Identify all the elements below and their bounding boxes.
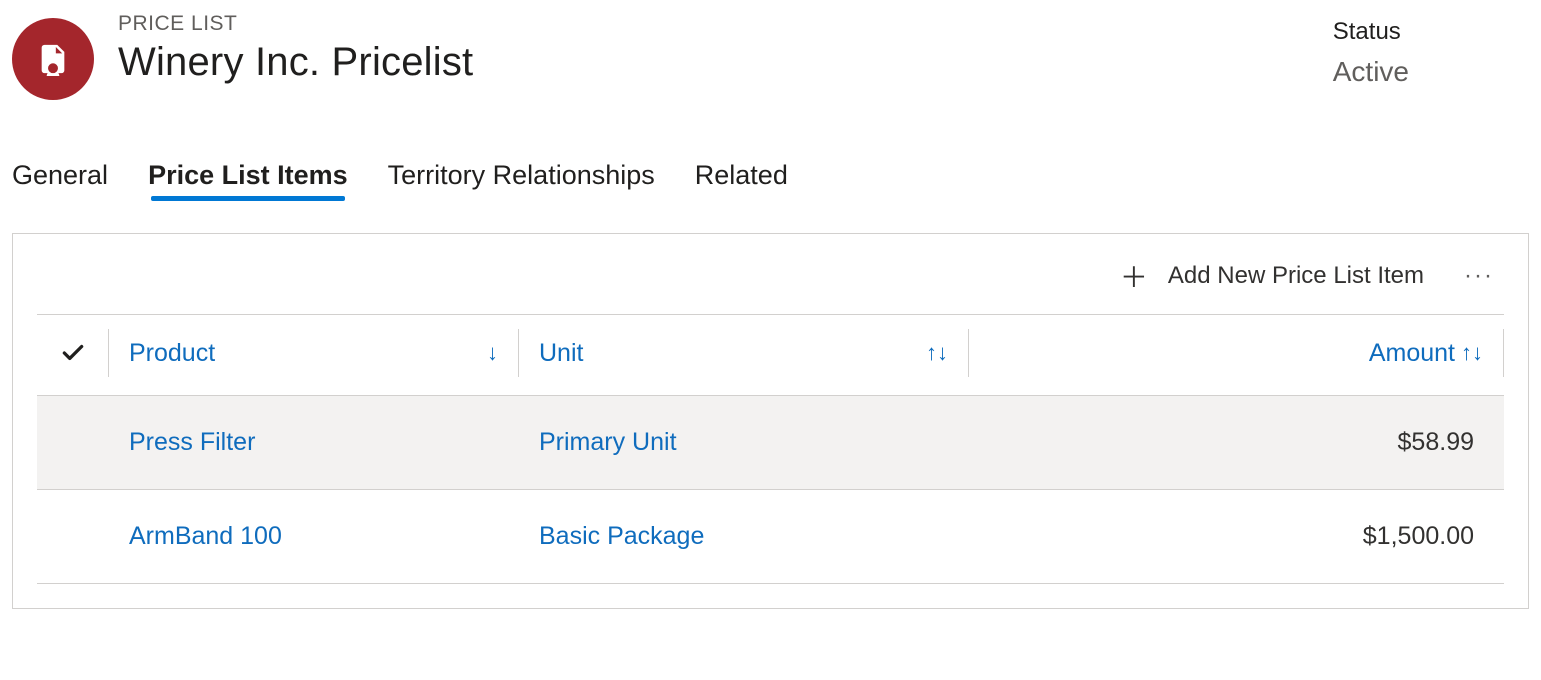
table-row[interactable]: ArmBand 100 Basic Package $1,500.00	[37, 490, 1504, 584]
status-value: Active	[1333, 56, 1409, 88]
cell-product[interactable]: ArmBand 100	[109, 522, 519, 551]
record-title: Winery Inc. Pricelist	[118, 40, 1309, 85]
tab-territory-relationships[interactable]: Territory Relationships	[388, 160, 655, 199]
cell-unit[interactable]: Primary Unit	[519, 428, 969, 457]
add-new-price-list-item-button[interactable]: ＋ Add New Price List Item	[1120, 256, 1424, 296]
tab-related[interactable]: Related	[695, 160, 788, 199]
column-label: Unit	[539, 339, 583, 368]
tab-bar: General Price List Items Territory Relat…	[12, 160, 1529, 199]
select-all-column[interactable]	[37, 329, 109, 377]
subgrid-toolbar: ＋ Add New Price List Item ···	[37, 244, 1504, 315]
subgrid-panel: ＋ Add New Price List Item ··· Product ↓ …	[12, 233, 1529, 609]
record-header: PRICE LIST Winery Inc. Pricelist Status …	[12, 12, 1529, 100]
column-label: Product	[129, 339, 215, 368]
cell-unit[interactable]: Basic Package	[519, 522, 969, 551]
tab-price-list-items[interactable]: Price List Items	[148, 160, 348, 199]
column-label: Amount	[1369, 339, 1455, 368]
tab-general[interactable]: General	[12, 160, 108, 199]
entity-type-label: PRICE LIST	[118, 12, 1309, 36]
status-block: Status Active	[1333, 12, 1529, 88]
column-header-amount[interactable]: Amount ↑↓	[969, 329, 1504, 377]
cell-product[interactable]: Press Filter	[109, 428, 519, 457]
status-label: Status	[1333, 18, 1409, 46]
cell-amount: $58.99	[969, 428, 1504, 457]
table-row[interactable]: Press Filter Primary Unit $58.99	[37, 396, 1504, 490]
grid-header-row: Product ↓ Unit ↑↓ Amount ↑↓	[37, 315, 1504, 396]
entity-avatar-icon	[12, 18, 94, 100]
cell-amount: $1,500.00	[969, 522, 1504, 551]
add-button-label: Add New Price List Item	[1168, 262, 1424, 290]
sort-icon: ↑↓	[926, 340, 948, 366]
column-header-product[interactable]: Product ↓	[109, 329, 519, 377]
column-header-unit[interactable]: Unit ↑↓	[519, 329, 969, 377]
more-commands-button[interactable]: ···	[1464, 262, 1494, 290]
title-block: PRICE LIST Winery Inc. Pricelist	[118, 12, 1309, 85]
sort-desc-icon: ↓	[487, 340, 498, 366]
sort-icon: ↑↓	[1461, 340, 1483, 366]
checkmark-icon	[60, 340, 86, 366]
pricelist-icon	[36, 42, 70, 76]
plus-icon: ＋	[1120, 256, 1148, 296]
